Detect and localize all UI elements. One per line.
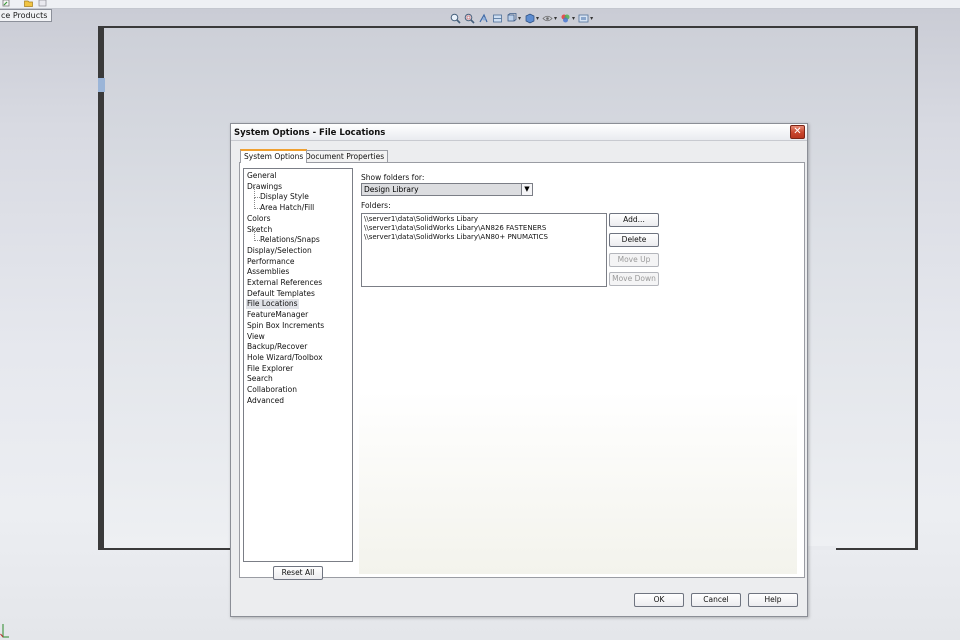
tree-item-featuremanager[interactable]: FeatureManager bbox=[247, 310, 308, 320]
zoom-to-fit-icon[interactable] bbox=[450, 13, 461, 24]
add-button[interactable]: Add... bbox=[609, 213, 659, 227]
apply-scene-dropdown-icon[interactable]: ▾ bbox=[590, 15, 593, 22]
heads-up-view-toolbar: ▾ ▾ ▾ ▾ ▾ bbox=[450, 11, 593, 25]
chevron-down-icon[interactable]: ▼ bbox=[521, 184, 532, 195]
quick-access-bar bbox=[0, 0, 960, 9]
tree-item-display-style[interactable]: Display Style bbox=[254, 187, 309, 202]
close-icon: ✕ bbox=[793, 126, 802, 137]
tree-item-relations-snaps[interactable]: Relations/Snaps bbox=[254, 230, 320, 245]
triad-axis-icon bbox=[0, 624, 9, 638]
tree-item-display-selection[interactable]: Display/Selection bbox=[247, 246, 312, 256]
reset-all-button[interactable]: Reset All bbox=[273, 566, 323, 580]
hide-show-dropdown-icon[interactable]: ▾ bbox=[554, 15, 557, 22]
tree-item-backup-recover[interactable]: Backup/Recover bbox=[247, 342, 307, 352]
tree-item-default-templates[interactable]: Default Templates bbox=[247, 289, 315, 299]
task-pane-tab[interactable]: ce Products bbox=[0, 9, 53, 22]
delete-button[interactable]: Delete bbox=[609, 233, 659, 247]
close-button[interactable]: ✕ bbox=[790, 125, 805, 139]
reset-all-wrapper: Reset All bbox=[273, 566, 323, 580]
hide-show-icon[interactable] bbox=[542, 13, 553, 24]
list-item[interactable]: \\server1\data\SolidWorks Libary\AN80+ P… bbox=[364, 233, 604, 242]
tree-item-general[interactable]: General bbox=[247, 171, 277, 181]
display-style-icon[interactable] bbox=[524, 13, 535, 24]
tree-item-hole-wizard-toolbox[interactable]: Hole Wizard/Toolbox bbox=[247, 353, 323, 363]
list-item[interactable]: \\server1\data\SolidWorks Libary bbox=[364, 215, 604, 224]
open-folder-icon[interactable] bbox=[24, 0, 33, 7]
tree-item-advanced[interactable]: Advanced bbox=[247, 396, 284, 406]
folders-list[interactable]: \\server1\data\SolidWorks Libary \\serve… bbox=[361, 213, 607, 287]
previous-view-icon[interactable] bbox=[478, 13, 489, 24]
tree-item-view[interactable]: View bbox=[247, 332, 265, 342]
task-pane-edge-icon bbox=[98, 78, 105, 92]
help-button[interactable]: Help bbox=[748, 593, 798, 607]
system-options-dialog: System Options - File Locations ✕ System… bbox=[230, 123, 808, 617]
edit-appearance-icon[interactable] bbox=[560, 13, 571, 24]
tree-item-performance[interactable]: Performance bbox=[247, 257, 295, 267]
tree-item-assemblies[interactable]: Assemblies bbox=[247, 267, 289, 277]
dialog-title: System Options - File Locations bbox=[234, 128, 386, 138]
save-icon[interactable] bbox=[38, 0, 47, 7]
tree-item-file-explorer[interactable]: File Explorer bbox=[247, 364, 293, 374]
dialog-titlebar[interactable]: System Options - File Locations ✕ bbox=[231, 124, 807, 141]
apply-scene-icon[interactable] bbox=[578, 13, 589, 24]
tree-item-external-references[interactable]: External References bbox=[247, 278, 322, 288]
folders-label: Folders: bbox=[361, 201, 391, 210]
new-document-icon[interactable] bbox=[2, 0, 11, 7]
tree-item-search[interactable]: Search bbox=[247, 374, 273, 384]
section-view-icon[interactable] bbox=[492, 13, 503, 24]
tab-system-options[interactable]: System Options bbox=[240, 149, 308, 163]
zoom-area-icon[interactable] bbox=[464, 13, 475, 24]
show-folders-value: Design Library bbox=[364, 185, 419, 194]
view-orientation-dropdown-icon[interactable]: ▾ bbox=[518, 15, 521, 22]
tree-item-area-hatch-fill[interactable]: Area Hatch/Fill bbox=[253, 198, 314, 213]
move-up-button[interactable]: Move Up bbox=[609, 253, 659, 267]
show-folders-label: Show folders for: bbox=[361, 173, 425, 182]
ok-button[interactable]: OK bbox=[634, 593, 684, 607]
cancel-button[interactable]: Cancel bbox=[691, 593, 741, 607]
list-item[interactable]: \\server1\data\SolidWorks Libary\AN826 F… bbox=[364, 224, 604, 233]
view-orientation-icon[interactable] bbox=[506, 12, 517, 24]
tree-item-collaboration[interactable]: Collaboration bbox=[247, 385, 297, 395]
edit-appearance-dropdown-icon[interactable]: ▾ bbox=[572, 15, 575, 22]
move-down-button[interactable]: Move Down bbox=[609, 272, 659, 286]
show-folders-select[interactable]: Design Library ▼ bbox=[361, 183, 533, 196]
tree-item-drawings[interactable]: Drawings bbox=[247, 182, 282, 192]
display-style-dropdown-icon[interactable]: ▾ bbox=[536, 15, 539, 22]
tree-item-spin-box-increments[interactable]: Spin Box Increments bbox=[247, 321, 324, 331]
tree-item-file-locations[interactable]: File Locations bbox=[246, 299, 299, 310]
options-tree[interactable]: General Drawings Display Style Area Hatc… bbox=[243, 168, 353, 562]
tree-item-colors[interactable]: Colors bbox=[247, 214, 271, 224]
